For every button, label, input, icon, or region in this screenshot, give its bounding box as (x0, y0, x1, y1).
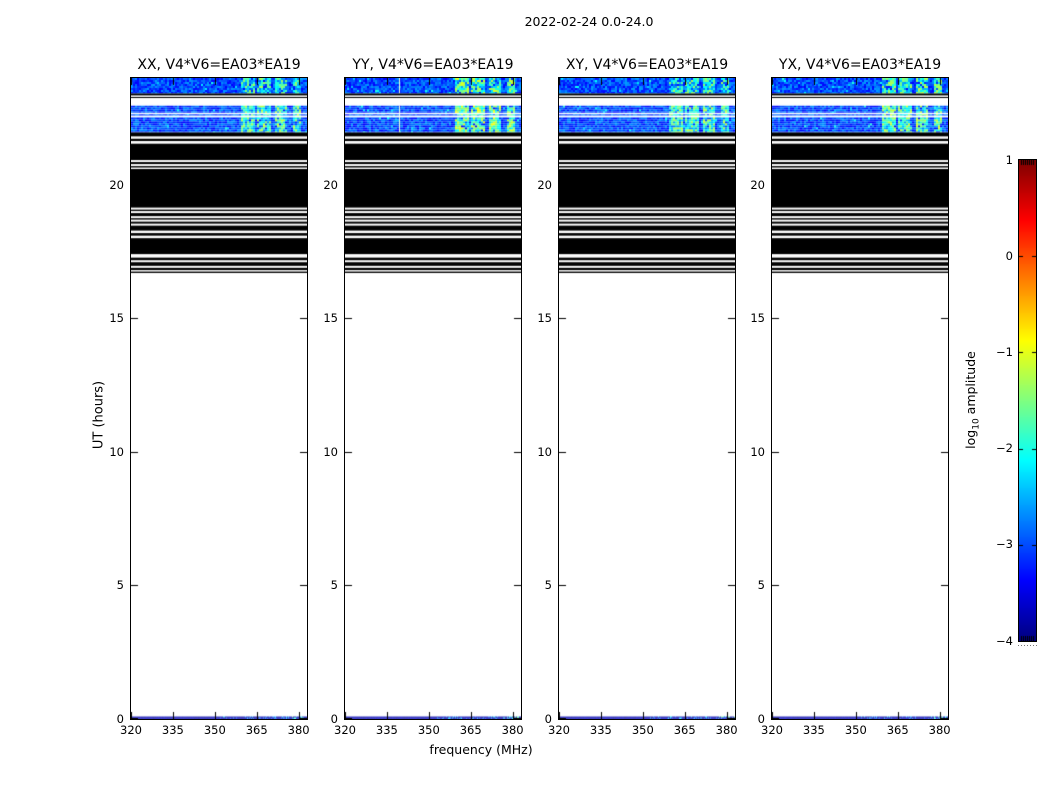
y-tick-label: 5 (758, 578, 765, 592)
heatmap-canvas-yy (345, 78, 521, 719)
colorbar-dotted-line (1018, 645, 1037, 646)
panel-title-xy: XY, V4*V6=EA03*EA19 (566, 57, 728, 73)
x-tick-label: 335 (376, 723, 398, 737)
plot-frame-yy (344, 77, 522, 720)
panel-xx: XX, V4*V6=EA03*EA19 32033535036538005101… (131, 0, 307, 800)
heatmap-canvas-xx (131, 78, 307, 719)
panel-title-xx: XX, V4*V6=EA03*EA19 (137, 57, 300, 73)
x-tick-label: 380 (502, 723, 524, 737)
heatmap-canvas-yx (772, 78, 948, 719)
x-tick-label: 365 (460, 723, 482, 737)
y-tick-label: 0 (758, 712, 765, 726)
heatmap-canvas-xy (559, 78, 735, 719)
panel-title-yx: YX, V4*V6=EA03*EA19 (779, 57, 941, 73)
colorbar-tick-label: −2 (996, 441, 1013, 455)
colorbar-canvas (1019, 160, 1036, 641)
y-tick-label: 10 (750, 445, 765, 459)
colorbar-tick-label: 0 (1006, 249, 1013, 263)
x-tick-label: 380 (716, 723, 738, 737)
x-tick-label: 335 (162, 723, 184, 737)
y-tick-label: 10 (109, 445, 124, 459)
panel-xy: XY, V4*V6=EA03*EA19 32033535036538005101… (559, 0, 735, 800)
x-tick-label: 350 (204, 723, 226, 737)
y-tick-label: 15 (323, 311, 338, 325)
colorbar (1018, 159, 1037, 642)
colorbar-tick-label: −1 (996, 345, 1013, 359)
x-tick-label: 365 (674, 723, 696, 737)
y-tick-label: 0 (117, 712, 124, 726)
figure: 2022-02-24 0.0-24.0 XX, V4*V6=EA03*EA19 … (0, 0, 1050, 800)
colorbar-tick-label: 1 (1006, 153, 1013, 167)
x-tick-label: 350 (845, 723, 867, 737)
y-tick-label: 0 (331, 712, 338, 726)
y-tick-label: 20 (537, 178, 552, 192)
x-tick-label: 335 (803, 723, 825, 737)
x-tick-label: 365 (246, 723, 268, 737)
colorbar-tick-label: −4 (996, 634, 1013, 648)
plot-frame-yx (771, 77, 949, 720)
plot-frame-xx (130, 77, 308, 720)
y-tick-label: 5 (545, 578, 552, 592)
panel-yx: YX, V4*V6=EA03*EA19 32033535036538005101… (772, 0, 948, 800)
x-tick-label: 350 (418, 723, 440, 737)
x-tick-label: 380 (288, 723, 310, 737)
y-tick-label: 0 (545, 712, 552, 726)
y-tick-label: 15 (537, 311, 552, 325)
panel-title-yy: YY, V4*V6=EA03*EA19 (352, 57, 513, 73)
y-tick-label: 15 (109, 311, 124, 325)
y-tick-label: 20 (323, 178, 338, 192)
y-tick-label: 15 (750, 311, 765, 325)
x-tick-label: 365 (887, 723, 909, 737)
colorbar-tick-label: −3 (996, 537, 1013, 551)
y-tick-label: 5 (331, 578, 338, 592)
y-tick-label: 10 (323, 445, 338, 459)
x-axis-label: frequency (MHz) (429, 742, 532, 757)
panel-yy: YY, V4*V6=EA03*EA19 32033535036538005101… (345, 0, 521, 800)
colorbar-label: log10 amplitude (963, 351, 982, 449)
y-tick-label: 20 (109, 178, 124, 192)
x-tick-label: 350 (632, 723, 654, 737)
y-tick-label: 20 (750, 178, 765, 192)
x-tick-label: 380 (929, 723, 951, 737)
plot-frame-xy (558, 77, 736, 720)
y-tick-label: 10 (537, 445, 552, 459)
x-tick-label: 335 (590, 723, 612, 737)
y-axis-label: UT (hours) (92, 381, 107, 449)
y-tick-label: 5 (117, 578, 124, 592)
